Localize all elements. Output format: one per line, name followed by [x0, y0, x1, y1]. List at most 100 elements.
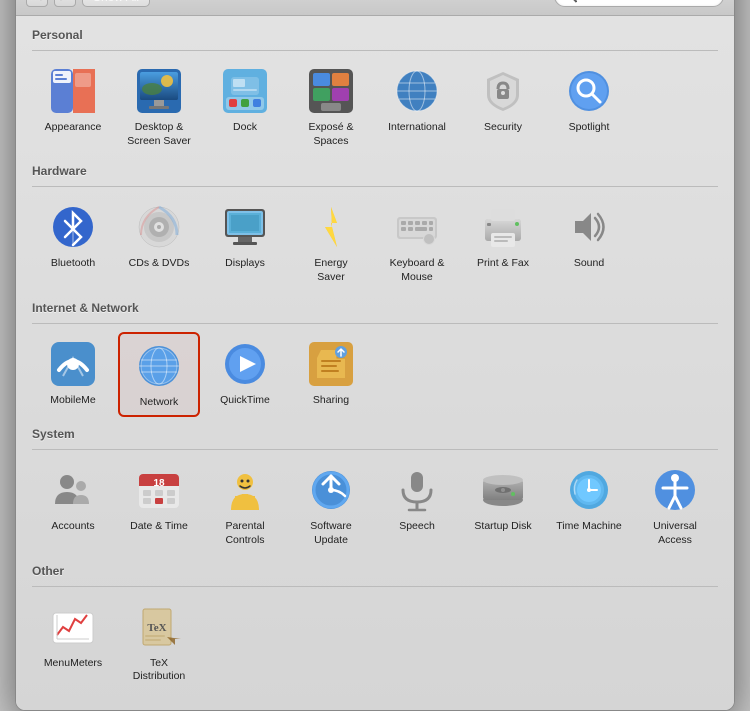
pref-item-keyboard[interactable]: Keyboard &Mouse: [376, 195, 458, 290]
accounts-label: Accounts: [51, 520, 94, 534]
pref-item-universal-access[interactable]: UniversalAccess: [634, 458, 716, 553]
forward-button[interactable]: ▶: [54, 0, 76, 7]
toolbar: ◀ ▶ Show All 🔍: [16, 0, 734, 16]
software-update-label: SoftwareUpdate: [310, 520, 351, 547]
desktop-icon: [133, 65, 185, 117]
system-preferences-window: System Preferences ◀ ▶ Show All 🔍 Person…: [15, 0, 735, 711]
pref-item-menumeters[interactable]: MenuMeters: [32, 595, 114, 690]
expose-label: Exposé &Spaces: [309, 121, 354, 148]
dock-label: Dock: [233, 121, 257, 135]
pref-item-network[interactable]: Network: [118, 332, 200, 418]
pref-item-dock[interactable]: Dock: [204, 59, 286, 154]
time-machine-label: Time Machine: [556, 520, 622, 534]
pref-item-desktop[interactable]: Desktop &Screen Saver: [118, 59, 200, 154]
bluetooth-icon: [47, 201, 99, 253]
sharing-icon: [305, 338, 357, 390]
software-update-icon: [305, 464, 357, 516]
desktop-label: Desktop &Screen Saver: [127, 121, 191, 148]
pref-item-speech[interactable]: Speech: [376, 458, 458, 553]
pref-item-print-fax[interactable]: Print & Fax: [462, 195, 544, 290]
pref-item-datetime[interactable]: 18 Date & Time: [118, 458, 200, 553]
pref-item-sound[interactable]: Sound: [548, 195, 630, 290]
pref-item-displays[interactable]: Displays: [204, 195, 286, 290]
pref-item-startup-disk[interactable]: Startup Disk: [462, 458, 544, 553]
search-icon: 🔍: [563, 0, 578, 3]
pref-item-software-update[interactable]: SoftwareUpdate: [290, 458, 372, 553]
energy-label: EnergySaver: [314, 257, 347, 284]
sound-icon: [563, 201, 615, 253]
datetime-label: Date & Time: [130, 520, 188, 534]
parental-icon: [219, 464, 271, 516]
energy-icon: [305, 201, 357, 253]
print-fax-label: Print & Fax: [477, 257, 529, 271]
tex-distribution-label: TeXDistribution: [133, 657, 186, 684]
system-divider: [32, 449, 718, 450]
pref-item-cds-dvds[interactable]: CDs & DVDs: [118, 195, 200, 290]
pref-item-tex-distribution[interactable]: TeX TeXDistribution: [118, 595, 200, 690]
tex-distribution-icon: TeX: [133, 601, 185, 653]
spotlight-icon: [563, 65, 615, 117]
startup-disk-icon: [477, 464, 529, 516]
pref-item-mobileme[interactable]: MobileMe: [32, 332, 114, 418]
pref-item-international[interactable]: International: [376, 59, 458, 154]
appearance-label: Appearance: [45, 121, 102, 135]
other-divider: [32, 586, 718, 587]
dock-icon: [219, 65, 271, 117]
cds-dvds-label: CDs & DVDs: [129, 257, 190, 271]
menumeters-icon: [47, 601, 99, 653]
pref-item-time-machine[interactable]: Time Machine: [548, 458, 630, 553]
universal-access-label: UniversalAccess: [653, 520, 697, 547]
mobileme-label: MobileMe: [50, 394, 96, 408]
datetime-icon: 18: [133, 464, 185, 516]
speech-label: Speech: [399, 520, 435, 534]
expose-icon: [305, 65, 357, 117]
menumeters-label: MenuMeters: [44, 657, 102, 671]
show-all-button[interactable]: Show All: [82, 0, 150, 7]
other-section-header: Other: [32, 564, 718, 578]
pref-item-energy[interactable]: EnergySaver: [290, 195, 372, 290]
sharing-label: Sharing: [313, 394, 349, 408]
displays-icon: [219, 201, 271, 253]
pref-item-expose[interactable]: Exposé &Spaces: [290, 59, 372, 154]
keyboard-label: Keyboard &Mouse: [390, 257, 445, 284]
back-button[interactable]: ◀: [26, 0, 48, 7]
internet-network-divider: [32, 323, 718, 324]
content-area: Personal Appearance: [16, 16, 734, 710]
pref-item-parental[interactable]: ParentalControls: [204, 458, 286, 553]
displays-label: Displays: [225, 257, 265, 271]
pref-item-spotlight[interactable]: Spotlight: [548, 59, 630, 154]
mobileme-icon: [47, 338, 99, 390]
cds-dvds-icon: [133, 201, 185, 253]
quicktime-icon: [219, 338, 271, 390]
hardware-divider: [32, 186, 718, 187]
pref-item-security[interactable]: Security: [462, 59, 544, 154]
startup-disk-label: Startup Disk: [474, 520, 531, 534]
universal-access-icon: [649, 464, 701, 516]
keyboard-icon: [391, 201, 443, 253]
pref-item-sharing[interactable]: Sharing: [290, 332, 372, 418]
pref-item-quicktime[interactable]: QuickTime: [204, 332, 286, 418]
pref-item-bluetooth[interactable]: Bluetooth: [32, 195, 114, 290]
international-icon: [391, 65, 443, 117]
system-items-row: Accounts 18: [32, 458, 718, 553]
security-label: Security: [484, 121, 522, 135]
bluetooth-label: Bluetooth: [51, 257, 95, 271]
svg-text:18: 18: [153, 478, 165, 489]
parental-label: ParentalControls: [225, 520, 264, 547]
print-fax-icon: [477, 201, 529, 253]
internet-network-items-row: MobileMe Network: [32, 332, 718, 418]
sound-label: Sound: [574, 257, 604, 271]
other-items-row: MenuMeters TeX TeXDistribution: [32, 595, 718, 690]
accounts-icon: [47, 464, 99, 516]
spotlight-label: Spotlight: [569, 121, 610, 135]
network-icon: [133, 340, 185, 392]
appearance-icon: [47, 65, 99, 117]
network-label: Network: [140, 396, 179, 410]
security-icon: [477, 65, 529, 117]
time-machine-icon: [563, 464, 615, 516]
search-bar[interactable]: 🔍: [554, 0, 724, 7]
pref-item-accounts[interactable]: Accounts: [32, 458, 114, 553]
pref-item-appearance[interactable]: Appearance: [32, 59, 114, 154]
system-section-header: System: [32, 427, 718, 441]
international-label: International: [388, 121, 446, 135]
